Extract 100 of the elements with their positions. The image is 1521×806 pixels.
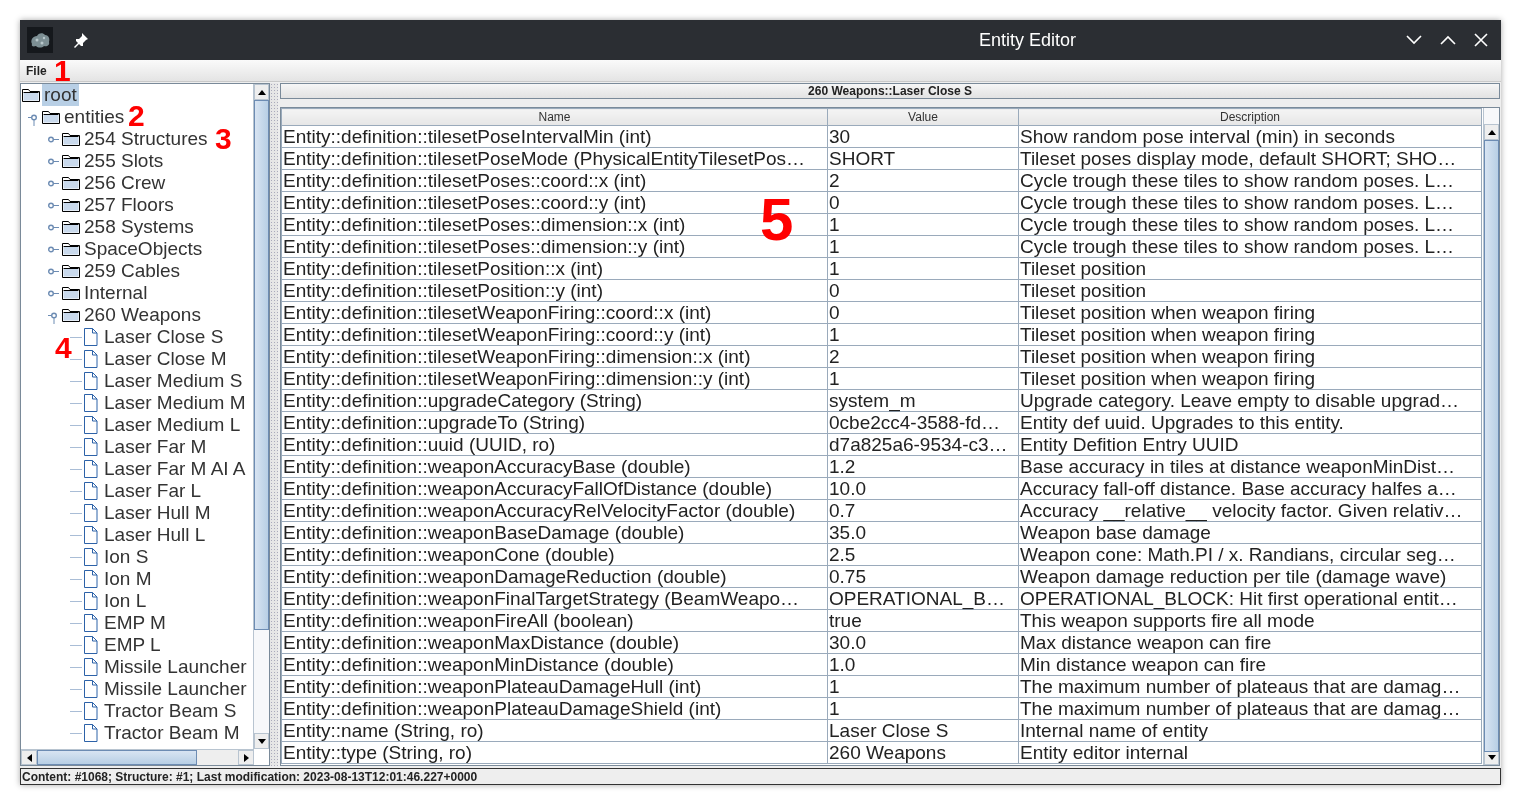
- column-header[interactable]: Name: [281, 108, 828, 126]
- table-cell: Entity::definition::weaponCone (double): [281, 543, 828, 566]
- annotation-number: 1: [54, 56, 71, 86]
- tree-item[interactable]: 254 Structures: [82, 128, 210, 150]
- tree-item[interactable]: 258 Systems: [82, 216, 196, 238]
- tree-item[interactable]: 256 Crew: [82, 172, 168, 194]
- table-cell: Entity::definition::weaponMinDistance (double): [281, 653, 828, 676]
- tree-item[interactable]: 260 Weapons: [82, 304, 203, 326]
- tree-item[interactable]: entities: [62, 106, 127, 128]
- table-cell: Entity::definition::weaponBaseDamage (double): [281, 521, 828, 544]
- tree-item[interactable]: Laser Far L: [102, 480, 204, 502]
- document-icon: [84, 416, 98, 434]
- table-cell: Weapon cone: Math.PI / x. Randians, circular seg…: [1018, 543, 1482, 566]
- tree-item[interactable]: Laser Medium M: [102, 392, 248, 414]
- scroll-up-arrow-icon[interactable]: [257, 89, 266, 95]
- document-icon: [84, 350, 98, 368]
- tree-item[interactable]: Laser Medium S: [102, 370, 245, 392]
- table-cell: Entity::definition::weaponPlateauDamageShield (int): [281, 697, 828, 720]
- document-icon: [84, 680, 98, 698]
- table-cell: Entity::definition::tilesetWeaponFiring::coord::x (int): [281, 301, 828, 324]
- table-cell: Entity::definition::uuid (UUID, ro): [281, 433, 828, 456]
- table-cell: Tileset position: [1018, 257, 1482, 280]
- table-cell: Min distance weapon can fire: [1018, 653, 1482, 676]
- horizontal-scrollbar[interactable]: [21, 749, 254, 765]
- table-cell: 0.7: [827, 499, 1019, 522]
- maximize-icon[interactable]: [1440, 35, 1456, 45]
- tree-item[interactable]: Missile Launcher: [102, 656, 249, 678]
- tree-item[interactable]: Laser Far M: [102, 436, 209, 458]
- table-cell: 0.75: [827, 565, 1019, 588]
- tree-item[interactable]: EMP L: [102, 634, 163, 656]
- tree-item[interactable]: 259 Cables: [82, 260, 183, 282]
- folder-icon: [62, 175, 80, 191]
- tree-item[interactable]: Laser Far M AI A: [102, 458, 248, 480]
- vertical-scrollbar[interactable]: [1483, 108, 1499, 765]
- close-icon[interactable]: [1474, 33, 1488, 47]
- document-icon: [84, 328, 98, 346]
- app-icon: [27, 27, 53, 53]
- document-icon: [84, 460, 98, 478]
- tree-item[interactable]: Missile Launcher: [102, 678, 249, 700]
- pin-icon[interactable]: [73, 32, 89, 48]
- table-cell: 1: [827, 675, 1019, 698]
- tree-item[interactable]: Tractor Beam M: [102, 722, 242, 744]
- tree-item[interactable]: 257 Floors: [82, 194, 176, 216]
- table-cell: 30.0: [827, 631, 1019, 654]
- table-cell: Internal name of entity: [1018, 719, 1482, 742]
- tree-item[interactable]: Tractor Beam S: [102, 700, 239, 722]
- tree-item[interactable]: SpaceObjects: [82, 238, 205, 260]
- table-cell: Entity::definition::upgradeTo (String): [281, 411, 828, 434]
- table-cell: 1: [827, 697, 1019, 720]
- tree-item[interactable]: Laser Medium L: [102, 414, 243, 436]
- document-icon: [84, 658, 98, 676]
- document-icon: [84, 438, 98, 456]
- folder-icon: [62, 285, 80, 301]
- table-cell: Entity::definition::upgradeCategory (String): [281, 389, 828, 412]
- table-cell: 30: [827, 125, 1019, 148]
- table-cell: Entity::definition::weaponPlateauDamageHull (int): [281, 675, 828, 698]
- menu-item[interactable]: File: [20, 63, 53, 78]
- folder-icon: [62, 241, 80, 257]
- document-icon: [84, 614, 98, 632]
- table-cell: Cycle trough these tiles to show random poses. L…: [1018, 235, 1482, 258]
- minimize-icon[interactable]: [1406, 35, 1422, 45]
- document-icon: [84, 482, 98, 500]
- annotation-number: 3: [215, 124, 232, 154]
- table-cell: Accuracy __relative__ velocity factor. Given relativ…: [1018, 499, 1482, 522]
- tree-item[interactable]: Internal: [82, 282, 150, 304]
- tree-item[interactable]: Ion L: [102, 590, 149, 612]
- tree-item[interactable]: Laser Close S: [102, 326, 226, 348]
- scroll-right-arrow-icon[interactable]: [243, 753, 249, 762]
- tree-item[interactable]: Ion S: [102, 546, 151, 568]
- column-header[interactable]: Value: [827, 108, 1019, 126]
- table-cell: 1: [827, 235, 1019, 258]
- tree-item[interactable]: root: [42, 84, 79, 106]
- tree-item[interactable]: EMP M: [102, 612, 168, 634]
- table-cell: 260 Weapons: [827, 741, 1019, 764]
- scroll-down-arrow-icon[interactable]: [1487, 754, 1496, 760]
- column-header[interactable]: Description: [1018, 108, 1482, 126]
- scroll-down-arrow-icon[interactable]: [257, 738, 266, 744]
- folder-icon: [62, 263, 80, 279]
- table-cell: Tileset position when weapon firing: [1018, 367, 1482, 390]
- scroll-left-arrow-icon[interactable]: [26, 753, 32, 762]
- table-cell: 1: [827, 213, 1019, 236]
- document-icon: [84, 504, 98, 522]
- table-cell: Entity::definition::weaponMaxDistance (double): [281, 631, 828, 654]
- table-cell: 1: [827, 323, 1019, 346]
- table-cell: Entity::definition::tilesetWeaponFiring::coord::y (int): [281, 323, 828, 346]
- tree-item[interactable]: Laser Hull L: [102, 524, 208, 546]
- tree-item[interactable]: Ion M: [102, 568, 154, 590]
- annotation-number: 4: [55, 333, 72, 363]
- status-text: Content: #1068; Structure: #1; Last modification: 2023-08-13T12:01:46.227+0000: [21, 769, 478, 784]
- tree-item[interactable]: Laser Close M: [102, 348, 229, 370]
- tree-item[interactable]: 255 Slots: [82, 150, 166, 172]
- expanded-handle-icon[interactable]: [28, 112, 40, 126]
- annotation-number: 2: [128, 101, 145, 131]
- tree-item[interactable]: Laser Hull M: [102, 502, 213, 524]
- vertical-scrollbar[interactable]: [253, 84, 269, 749]
- scroll-up-arrow-icon[interactable]: [1487, 129, 1496, 135]
- document-icon: [84, 372, 98, 390]
- expanded-handle-icon[interactable]: [48, 310, 60, 324]
- table-cell: Entity::definition::tilesetPosition::y (int): [281, 279, 828, 302]
- document-icon: [84, 570, 98, 588]
